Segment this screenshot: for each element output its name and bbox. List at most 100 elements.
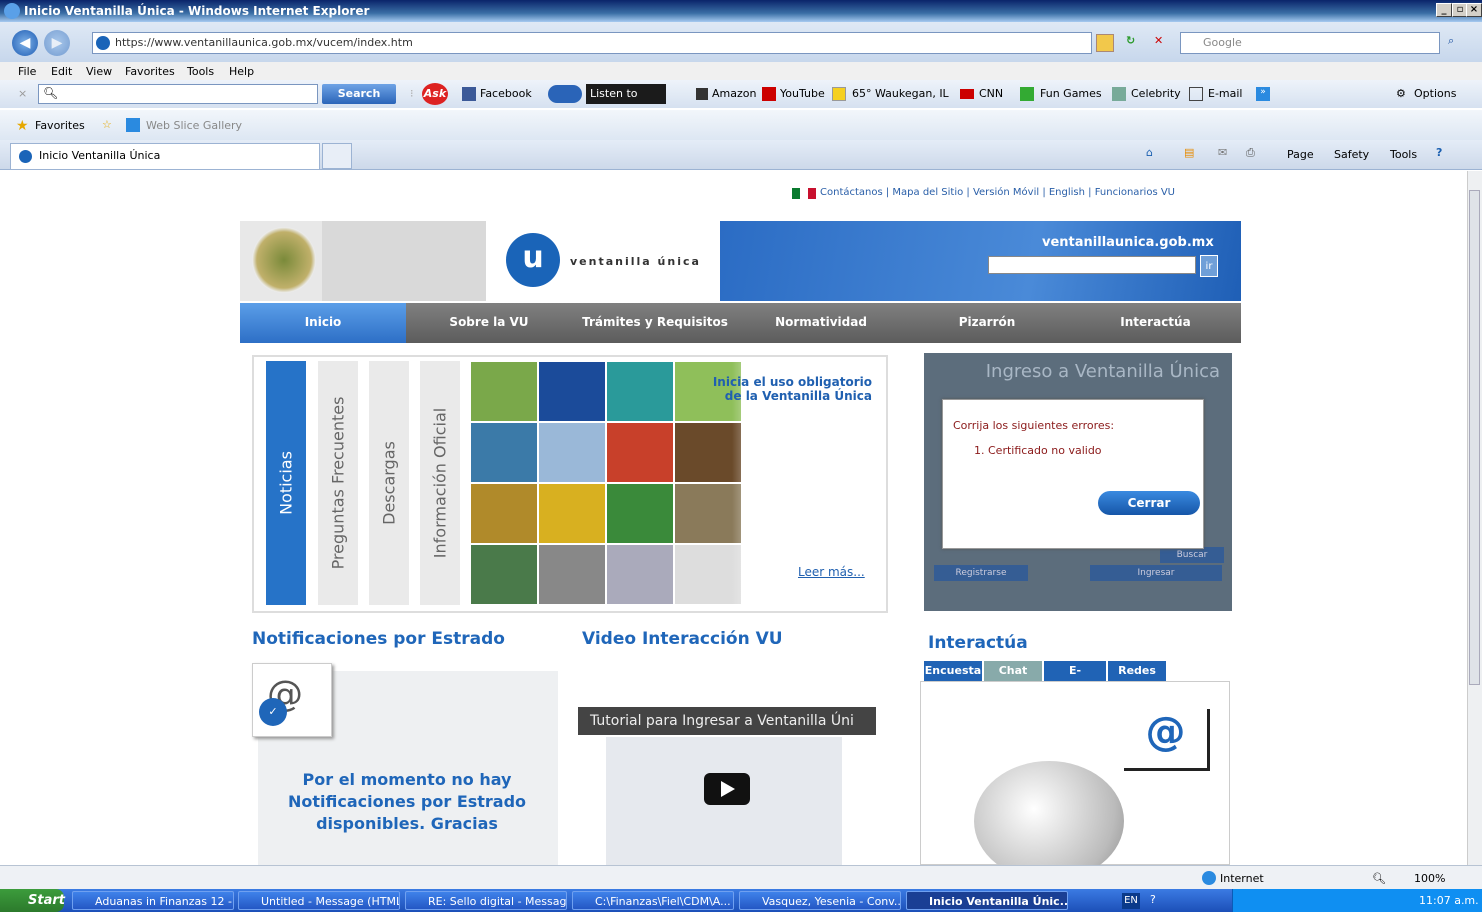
forward-button[interactable]: ▶ [44, 30, 70, 56]
clock[interactable]: 11:07 a.m. [1419, 894, 1479, 907]
tab-elearning[interactable]: E-learning [1044, 661, 1106, 697]
close-toolbar-icon[interactable]: × [18, 87, 27, 100]
site-search-input[interactable] [988, 256, 1196, 274]
search-go-icon[interactable]: ⌕ [1448, 34, 1470, 54]
email-button[interactable]: E-mail [1208, 87, 1243, 100]
nav-normatividad[interactable]: Normatividad [738, 303, 904, 343]
task-item[interactable]: Aduanas in Finanzas 12 -... [72, 891, 234, 910]
vtab-preguntas[interactable]: Preguntas Frecuentes [318, 361, 358, 605]
options-button[interactable]: Options [1414, 87, 1456, 100]
address-input[interactable]: https://www.ventanillaunica.gob.mx/vucem… [92, 32, 1092, 54]
vtab-informacion[interactable]: Información Oficial [420, 361, 460, 605]
weather-icon [832, 87, 846, 101]
favorites-button[interactable]: Favorites [35, 119, 85, 132]
task-item[interactable]: RE: Sello digital - Messag... [405, 891, 567, 910]
tab-favicon [19, 150, 32, 163]
help-tray-icon[interactable]: ? [1150, 893, 1156, 906]
fun-games-button[interactable]: Fun Games [1040, 87, 1102, 100]
media-controls-icon[interactable] [548, 85, 582, 103]
help-icon[interactable]: ? [1436, 146, 1442, 159]
listen-to-music-button[interactable]: Listen to music [586, 84, 666, 120]
login-button[interactable]: Ingresar [1090, 565, 1222, 581]
lock-icon[interactable] [1096, 34, 1114, 52]
options-gear-icon[interactable]: ⚙ [1396, 87, 1406, 100]
favorites-star-icon: ★ [16, 118, 29, 134]
search-provider-input[interactable]: Google [1180, 32, 1440, 54]
menu-edit[interactable]: Edit [51, 65, 72, 78]
nav-tramites[interactable]: Trámites y Requisitos [572, 303, 738, 343]
more-chevron-icon[interactable]: » [1256, 87, 1270, 101]
main-nav: Inicio Sobre la VU Trámites y Requisitos… [240, 303, 1241, 343]
task-item[interactable]: C:\Finanzas\Fiel\CDM\A... [572, 891, 734, 910]
youtube-button[interactable]: YouTube [780, 87, 825, 100]
scrollbar-thumb[interactable] [1469, 190, 1480, 685]
play-icon [721, 781, 735, 797]
tile [470, 361, 538, 422]
menu-tools[interactable]: Tools [187, 65, 214, 78]
top-links[interactable]: Contáctanos | Mapa del Sitio | Versión M… [820, 187, 1175, 198]
home-icon[interactable]: ⌂ [1146, 146, 1153, 159]
menu-file[interactable]: File [18, 65, 36, 78]
tools-menu[interactable]: Tools [1390, 148, 1417, 161]
nav-sobre-la-vu[interactable]: Sobre la VU [406, 303, 572, 343]
vtab-noticias[interactable]: Noticias [266, 361, 306, 605]
zoom-level[interactable]: 100% [1414, 872, 1445, 885]
weather-button[interactable]: 65° Waukegan, IL [852, 87, 949, 100]
tab-redes[interactable]: Redes [1108, 661, 1166, 681]
stop-icon[interactable]: ✕ [1154, 34, 1172, 52]
tab-inicio[interactable]: Inicio Ventanilla Única [10, 143, 320, 169]
web-slice-gallery-link[interactable]: Web Slice Gallery [146, 119, 242, 132]
add-favorite-icon[interactable]: ☆ [102, 118, 112, 131]
amazon-button[interactable]: Amazon [712, 87, 756, 100]
status-bar: Internet 🔍︎ 100% [0, 865, 1482, 889]
language-indicator[interactable]: EN [1122, 893, 1140, 909]
task-item[interactable]: Untitled - Message (HTML) [238, 891, 400, 910]
close-dialog-button[interactable]: Cerrar [1098, 491, 1200, 515]
search-button[interactable]: Buscar [1160, 547, 1224, 563]
system-tray: 11:07 a.m. [1232, 889, 1482, 912]
nav-interactua[interactable]: Interactúa [1070, 303, 1241, 343]
minimize-button[interactable]: _ [1436, 3, 1452, 17]
site-search-go-button[interactable]: ir [1200, 255, 1218, 277]
toolbar-search-input[interactable]: 🔍︎ [38, 84, 318, 104]
favorites-bar: ★ Favorites ☆ Web Slice Gallery [0, 110, 1482, 140]
nav-pizarron[interactable]: Pizarrón [904, 303, 1070, 343]
cnn-button[interactable]: CNN [979, 87, 1003, 100]
start-button[interactable]: Start [0, 889, 65, 912]
back-button[interactable]: ◀ [12, 30, 38, 56]
read-more-link[interactable]: Leer más... [798, 565, 865, 579]
celebrity-button[interactable]: Celebrity [1131, 87, 1181, 100]
refresh-icon[interactable]: ↻ [1126, 34, 1144, 52]
news-headline[interactable]: Inicia el uso obligatorio de la Ventanil… [712, 375, 872, 403]
tile [606, 483, 674, 544]
menu-favorites[interactable]: Favorites [125, 65, 175, 78]
new-tab-button[interactable] [322, 143, 352, 169]
task-item-active[interactable]: Inicio Ventanilla Únic... [906, 891, 1068, 910]
video-title-bar: Tutorial para Ingresar a Ventanilla Úni [578, 707, 876, 735]
tab-encuesta[interactable]: Encuesta [924, 661, 982, 681]
toolbar-search-button[interactable]: Search [322, 84, 396, 104]
menu-help[interactable]: Help [229, 65, 254, 78]
tab-chat[interactable]: Chat [984, 661, 1042, 681]
login-title: Ingreso a Ventanilla Única [985, 361, 1220, 382]
tile [470, 483, 538, 544]
menu-view[interactable]: View [86, 65, 112, 78]
close-button[interactable]: × [1466, 3, 1482, 17]
nav-inicio[interactable]: Inicio [240, 303, 406, 343]
page-menu[interactable]: Page [1287, 148, 1314, 161]
vtab-descargas[interactable]: Descargas [369, 361, 409, 605]
ask-logo-icon[interactable]: Ask [422, 83, 448, 105]
feeds-icon[interactable]: ▤ [1184, 146, 1194, 159]
taskbar: Start Aduanas in Finanzas 12 -... Untitl… [0, 889, 1482, 912]
vu-logo-icon[interactable]: u [506, 233, 560, 287]
facebook-button[interactable]: Facebook [480, 87, 532, 100]
task-item[interactable]: Vasquez, Yesenia - Conv... [739, 891, 901, 910]
tile [538, 422, 606, 483]
register-button[interactable]: Registrarse [934, 565, 1028, 581]
tile [538, 361, 606, 422]
tile [538, 544, 606, 605]
page-content: Contáctanos | Mapa del Sitio | Versión M… [12, 171, 1467, 865]
safety-menu[interactable]: Safety [1334, 148, 1369, 161]
mail-icon[interactable]: ✉ [1218, 146, 1227, 159]
print-icon[interactable]: ⎙ [1246, 146, 1255, 160]
